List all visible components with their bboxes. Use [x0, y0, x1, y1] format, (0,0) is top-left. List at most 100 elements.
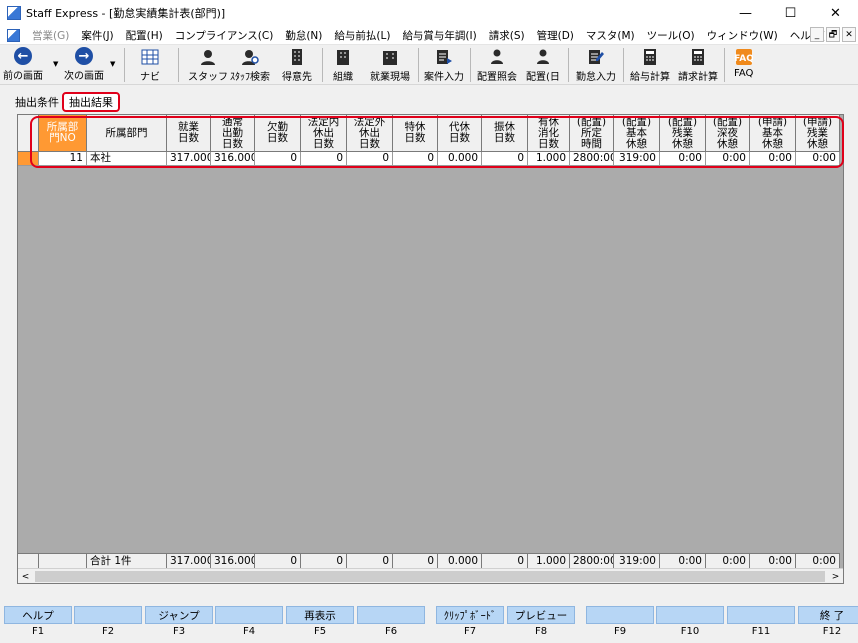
- column-header[interactable]: 特休 日数: [393, 115, 438, 152]
- salary-calc-button[interactable]: 給与計算: [630, 47, 670, 83]
- column-header[interactable]: (申請) 基本 休憩: [750, 115, 796, 152]
- document-icon[interactable]: [7, 28, 20, 42]
- column-header[interactable]: 就業 日数: [167, 115, 211, 152]
- grid-cell[interactable]: 11: [39, 152, 87, 166]
- grid-cell[interactable]: 0: [255, 152, 301, 166]
- tab-conditions[interactable]: 抽出条件: [12, 92, 62, 112]
- column-header[interactable]: 法定内 休出 日数: [301, 115, 347, 152]
- fkey-button[interactable]: [727, 606, 795, 624]
- staff-search-button[interactable]: ｽﾀｯﾌ検索: [230, 47, 270, 83]
- faq-button[interactable]: FAQ FAQ: [734, 47, 753, 83]
- menu-item[interactable]: ツール(O): [641, 28, 701, 43]
- grid-cell[interactable]: 0: [393, 152, 438, 166]
- result-grid[interactable]: 所属部 門NO 所属部門 就業 日数 通常 出勤 日数 欠勤 日数 法定内 休出 日数 法定…: [17, 114, 844, 584]
- menu-item[interactable]: マスタ(M): [580, 28, 641, 43]
- menu-item[interactable]: 給与賞与年調(I): [396, 28, 482, 43]
- chevron-right-icon[interactable]: >: [828, 569, 843, 584]
- fkey-button[interactable]: [586, 606, 654, 624]
- grid-cell[interactable]: 0: [301, 152, 347, 166]
- case-input-button[interactable]: 案件入力: [424, 47, 464, 83]
- assign-inquiry-button[interactable]: 配置照会: [477, 47, 517, 83]
- toolbar-separator: [470, 48, 471, 82]
- menu-item[interactable]: 給与前払(L): [328, 28, 396, 43]
- column-header[interactable]: 有休 消化 日数: [528, 115, 570, 152]
- mdi-close-button[interactable]: ✕: [842, 27, 856, 42]
- mdi-restore-button[interactable]: 🗗: [826, 27, 840, 42]
- fkey-button[interactable]: ｸﾘｯﾌﾟﾎﾞｰﾄﾞ: [436, 606, 504, 624]
- column-header[interactable]: (配置) 所定 時間: [570, 115, 614, 152]
- next-screen-button[interactable]: → 次の画面: [64, 47, 104, 83]
- grid-cell[interactable]: 317.000: [167, 152, 211, 166]
- navi-button[interactable]: ナビ: [140, 47, 160, 83]
- horizontal-scrollbar[interactable]: < >: [18, 568, 843, 583]
- footer-cell: 0:00: [796, 553, 840, 568]
- fkey-button[interactable]: 再表示: [286, 606, 354, 624]
- fkey-button[interactable]: ヘルプ: [4, 606, 72, 624]
- attendance-input-button[interactable]: 勤怠入力: [576, 47, 616, 83]
- column-header[interactable]: (配置) 基本 休憩: [614, 115, 660, 152]
- footer-cell: [39, 553, 87, 568]
- column-header[interactable]: 所属部門: [87, 115, 167, 152]
- scrollbar-thumb[interactable]: [35, 571, 825, 582]
- staff-button[interactable]: スタッフ: [188, 47, 228, 83]
- fkey-button[interactable]: [357, 606, 425, 624]
- grid-cell[interactable]: 0: [347, 152, 393, 166]
- org-button[interactable]: 組織: [333, 47, 353, 83]
- grid-cell[interactable]: 316.000: [211, 152, 255, 166]
- tab-results[interactable]: 抽出結果: [62, 92, 120, 112]
- fkey-button[interactable]: [215, 606, 283, 624]
- grid-cell[interactable]: 2800:00: [570, 152, 614, 166]
- column-header[interactable]: (配置) 残業 休憩: [660, 115, 706, 152]
- menu-item[interactable]: 請求(S): [483, 28, 531, 43]
- menu-item[interactable]: 営業(G): [26, 28, 75, 43]
- grid-cell[interactable]: 0:00: [796, 152, 840, 166]
- fkey-f5: 再表示 F5: [286, 606, 354, 643]
- table-row[interactable]: 11 本社 317.000 316.000 0 0 0 0 0.000 0 1.000 2800:00…: [18, 152, 840, 166]
- column-header[interactable]: 代休 日数: [438, 115, 482, 152]
- assign-day-button[interactable]: 配置(日: [526, 47, 560, 83]
- fkey-button[interactable]: プレビュー: [507, 606, 575, 624]
- menu-item[interactable]: ウィンドウ(W): [701, 28, 784, 43]
- grid-cell[interactable]: 0:00: [706, 152, 750, 166]
- menu-item[interactable]: コンプライアンス(C): [169, 28, 280, 43]
- column-header[interactable]: (配置) 深夜 休憩: [706, 115, 750, 152]
- fkey-button[interactable]: [656, 606, 724, 624]
- column-header[interactable]: 通常 出勤 日数: [211, 115, 255, 152]
- column-header[interactable]: 振休 日数: [482, 115, 528, 152]
- grid-cell[interactable]: 0:00: [660, 152, 706, 166]
- footer-cell: 317.000: [167, 553, 211, 568]
- fkey-f7: ｸﾘｯﾌﾟﾎﾞｰﾄﾞ F7: [436, 606, 504, 643]
- grid-cell[interactable]: 0:00: [750, 152, 796, 166]
- prev-screen-button[interactable]: ← 前の画面: [3, 47, 43, 83]
- fkey-button[interactable]: [74, 606, 142, 624]
- maximize-button[interactable]: ☐: [768, 0, 813, 26]
- client-button[interactable]: 得意先: [282, 47, 312, 83]
- column-header[interactable]: (申請) 残業 休憩: [796, 115, 840, 152]
- grid-cell[interactable]: 0.000: [438, 152, 482, 166]
- grid-cell[interactable]: 1.000: [528, 152, 570, 166]
- worksite-button[interactable]: 就業現場: [370, 47, 410, 83]
- footer-cell: 2800:00: [570, 553, 614, 568]
- menu-item[interactable]: 配置(H): [120, 28, 169, 43]
- minimize-button[interactable]: —: [723, 0, 768, 26]
- fkey-button[interactable]: ジャンプ: [145, 606, 213, 624]
- grid-cell[interactable]: 0: [482, 152, 528, 166]
- chevron-down-icon[interactable]: ▼: [110, 60, 115, 68]
- column-header[interactable]: 欠勤 日数: [255, 115, 301, 152]
- menu-item[interactable]: 案件(J): [75, 28, 119, 43]
- grid-cell[interactable]: 319:00: [614, 152, 660, 166]
- grid-cell[interactable]: 本社: [87, 152, 167, 166]
- row-selector[interactable]: [18, 152, 39, 166]
- building-icon: [383, 51, 397, 65]
- fkey-button[interactable]: 終 了: [798, 606, 858, 624]
- toolbar-separator: [322, 48, 323, 82]
- chevron-down-icon[interactable]: ▼: [53, 60, 58, 68]
- column-header[interactable]: 法定外 休出 日数: [347, 115, 393, 152]
- billing-calc-button[interactable]: 請求計算: [678, 47, 718, 83]
- mdi-minimize-button[interactable]: _: [810, 27, 824, 42]
- menu-item[interactable]: 管理(D): [531, 28, 580, 43]
- menu-item[interactable]: 勤怠(N): [279, 28, 328, 43]
- close-button[interactable]: ✕: [813, 0, 858, 26]
- column-header[interactable]: 所属部 門NO: [39, 115, 87, 152]
- chevron-left-icon[interactable]: <: [18, 569, 33, 584]
